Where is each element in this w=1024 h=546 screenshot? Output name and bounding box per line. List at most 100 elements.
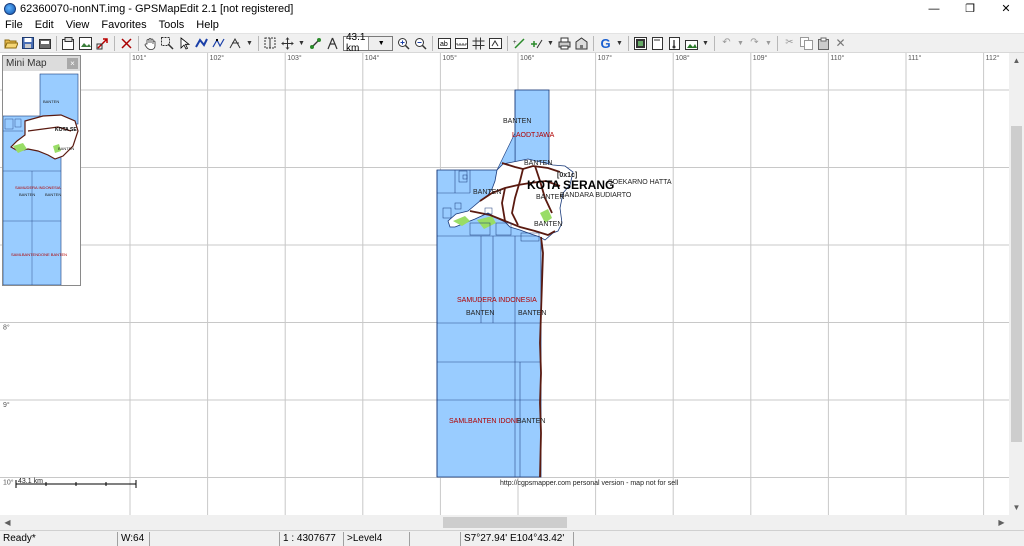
status-bar: Ready* W:64 1 : 4307677 >Level4 S7°27.94… <box>0 530 1024 546</box>
vertical-scroll-thumb[interactable] <box>1011 126 1022 442</box>
map-label-banten-4: BANTEN <box>536 194 564 201</box>
create-polyline-icon[interactable] <box>211 36 226 51</box>
scroll-left-icon[interactable]: ◀ <box>0 515 15 530</box>
map-canvas[interactable]: 101° 102° 103° 104° 105° 106° 107° 108° 109° 110°… <box>0 53 1009 515</box>
create-polygon-icon[interactable] <box>228 36 243 51</box>
map-view[interactable]: 101° 102° 103° 104° 105° 106° 107° 108° 109° 110°… <box>0 53 1009 515</box>
scroll-up-icon[interactable]: ▲ <box>1009 53 1024 68</box>
menu-favorites[interactable]: Favorites <box>95 19 152 31</box>
polygon-dropdown-icon[interactable]: ▼ <box>245 36 254 51</box>
raster-dropdown-icon[interactable]: ▼ <box>701 36 710 51</box>
cut-layer-icon[interactable] <box>119 36 134 51</box>
open-icon[interactable] <box>3 36 18 51</box>
toolbar-separator <box>628 35 629 51</box>
mini-map-title: Mini Map <box>6 58 47 69</box>
attach-icon[interactable] <box>667 36 682 51</box>
menu-help[interactable]: Help <box>190 19 225 31</box>
undo-icon[interactable]: ↶ <box>719 36 734 51</box>
status-empty-pane-3 <box>573 532 1024 546</box>
edit-nodes-icon[interactable] <box>194 36 209 51</box>
map-copyright: http://cgpsmapper.com personal version -… <box>500 480 679 487</box>
map-label-samudera: SAMUDERA INDONESIA <box>457 297 537 304</box>
horizontal-scrollbar[interactable]: ◀ ▶ <box>0 515 1009 530</box>
move-icon[interactable] <box>280 36 295 51</box>
longitude-label: 112° <box>986 54 1000 62</box>
app-globe-icon <box>4 2 16 15</box>
mini-label-2: KOTA SE <box>55 127 77 133</box>
title-bar: 62360070-nonNT.img - GPSMapEdit 2.1 [not… <box>0 0 1024 17</box>
longitude-labels: 101° 102° 103° 104° 105° 106° 107° 108° 109° 110°… <box>132 54 1000 62</box>
copy-icon[interactable] <box>799 36 814 51</box>
toolbar: ▼ ▼ 43.1 km ▼ ab + ▼ G ▼ ▼ ↶ ▼ ↷ ▼ ✂ ✕ <box>0 32 1024 54</box>
toolbar-separator <box>777 35 778 51</box>
gps-dropdown-icon[interactable]: ▼ <box>546 36 555 51</box>
scale-bar: 43.1 km <box>15 478 137 488</box>
toolbar-separator <box>432 35 433 51</box>
gps-waypoint-icon[interactable] <box>529 36 544 51</box>
mini-map-panel[interactable]: Mini Map × BANTEN KOTA SE BANTEN SAMUDER… <box>2 55 81 286</box>
save-as-icon[interactable] <box>37 36 52 51</box>
cut-icon[interactable]: ✂ <box>782 36 797 51</box>
page-icon[interactable] <box>650 36 665 51</box>
scroll-down-icon[interactable]: ▼ <box>1009 500 1024 515</box>
longitude-label: 107° <box>598 54 613 62</box>
mini-map-close-button[interactable]: × <box>67 58 78 69</box>
scale-icon[interactable] <box>454 36 469 51</box>
google-icon[interactable]: G <box>598 36 613 51</box>
google-dropdown-icon[interactable]: ▼ <box>615 36 624 51</box>
waypoint-icon[interactable] <box>488 36 503 51</box>
longitude-label: 110° <box>830 54 844 62</box>
paste-icon[interactable] <box>816 36 831 51</box>
menu-file[interactable]: File <box>0 19 29 31</box>
building-icon[interactable] <box>574 36 589 51</box>
print-icon[interactable] <box>557 36 572 51</box>
minimize-button[interactable]: — <box>916 0 952 17</box>
zoom-in-icon[interactable] <box>396 36 411 51</box>
latitude-label: 9° <box>3 401 10 409</box>
grid-icon[interactable] <box>471 36 486 51</box>
map-label-banten-5: BANTEN <box>534 221 562 228</box>
redo-icon[interactable]: ↷ <box>747 36 762 51</box>
hand-icon[interactable] <box>143 36 158 51</box>
latitude-label: 10° <box>3 479 14 487</box>
redo-dropdown-icon[interactable]: ▼ <box>764 36 773 51</box>
transform-icon[interactable] <box>95 36 110 51</box>
longitude-label: 101° <box>132 54 147 62</box>
menu-edit[interactable]: Edit <box>29 19 60 31</box>
zoom-select-icon[interactable] <box>160 36 175 51</box>
split-icon[interactable] <box>263 36 278 51</box>
routing-icon[interactable] <box>308 36 323 51</box>
properties-icon[interactable] <box>61 36 76 51</box>
raster-icon[interactable] <box>684 36 699 51</box>
close-button[interactable]: ✕ <box>988 0 1024 17</box>
mini-map-canvas[interactable]: BANTEN KOTA SE BANTEN SAMUDERA INDONESIA… <box>3 71 80 285</box>
map-label-banten-8: BANTEN <box>517 418 545 425</box>
menu-view[interactable]: View <box>60 19 96 31</box>
undo-dropdown-icon[interactable]: ▼ <box>736 36 745 51</box>
map-label-banten-7: BANTEN <box>518 310 546 317</box>
labels-icon[interactable]: ab <box>437 36 452 51</box>
horizontal-scroll-thumb[interactable] <box>443 517 567 528</box>
mini-label-7: SAMLBANTENDONE BANTEN <box>11 252 67 257</box>
longitude-label: 105° <box>442 54 457 62</box>
longitude-label: 108° <box>675 54 690 62</box>
zoom-scale-select[interactable]: 43.1 km ▼ <box>343 32 393 54</box>
longitude-label: 106° <box>520 54 535 62</box>
map-layers-icon[interactable] <box>633 36 648 51</box>
gps-tracking-icon[interactable]: + <box>512 36 527 51</box>
select-icon[interactable] <box>177 36 192 51</box>
move-dropdown-icon[interactable]: ▼ <box>297 36 306 51</box>
save-icon[interactable] <box>20 36 35 51</box>
ruler-icon[interactable] <box>325 36 340 51</box>
image-icon[interactable] <box>78 36 93 51</box>
zoom-out-icon[interactable] <box>413 36 428 51</box>
menu-tools[interactable]: Tools <box>153 19 191 31</box>
restore-button[interactable]: ❐ <box>952 0 988 17</box>
map-label-soekarno-hatta: SOEKARNO HATTA <box>608 179 672 186</box>
delete-icon[interactable]: ✕ <box>833 36 848 51</box>
vertical-scrollbar[interactable]: ▲ ▼ <box>1009 53 1024 515</box>
scroll-right-icon[interactable]: ▶ <box>994 515 1009 530</box>
mini-label-4: SAMUDERA INDONESIA <box>15 185 61 190</box>
chevron-down-icon[interactable]: ▼ <box>367 36 392 50</box>
map-label-bandara: BANDARA BUDIARTO <box>560 192 632 199</box>
